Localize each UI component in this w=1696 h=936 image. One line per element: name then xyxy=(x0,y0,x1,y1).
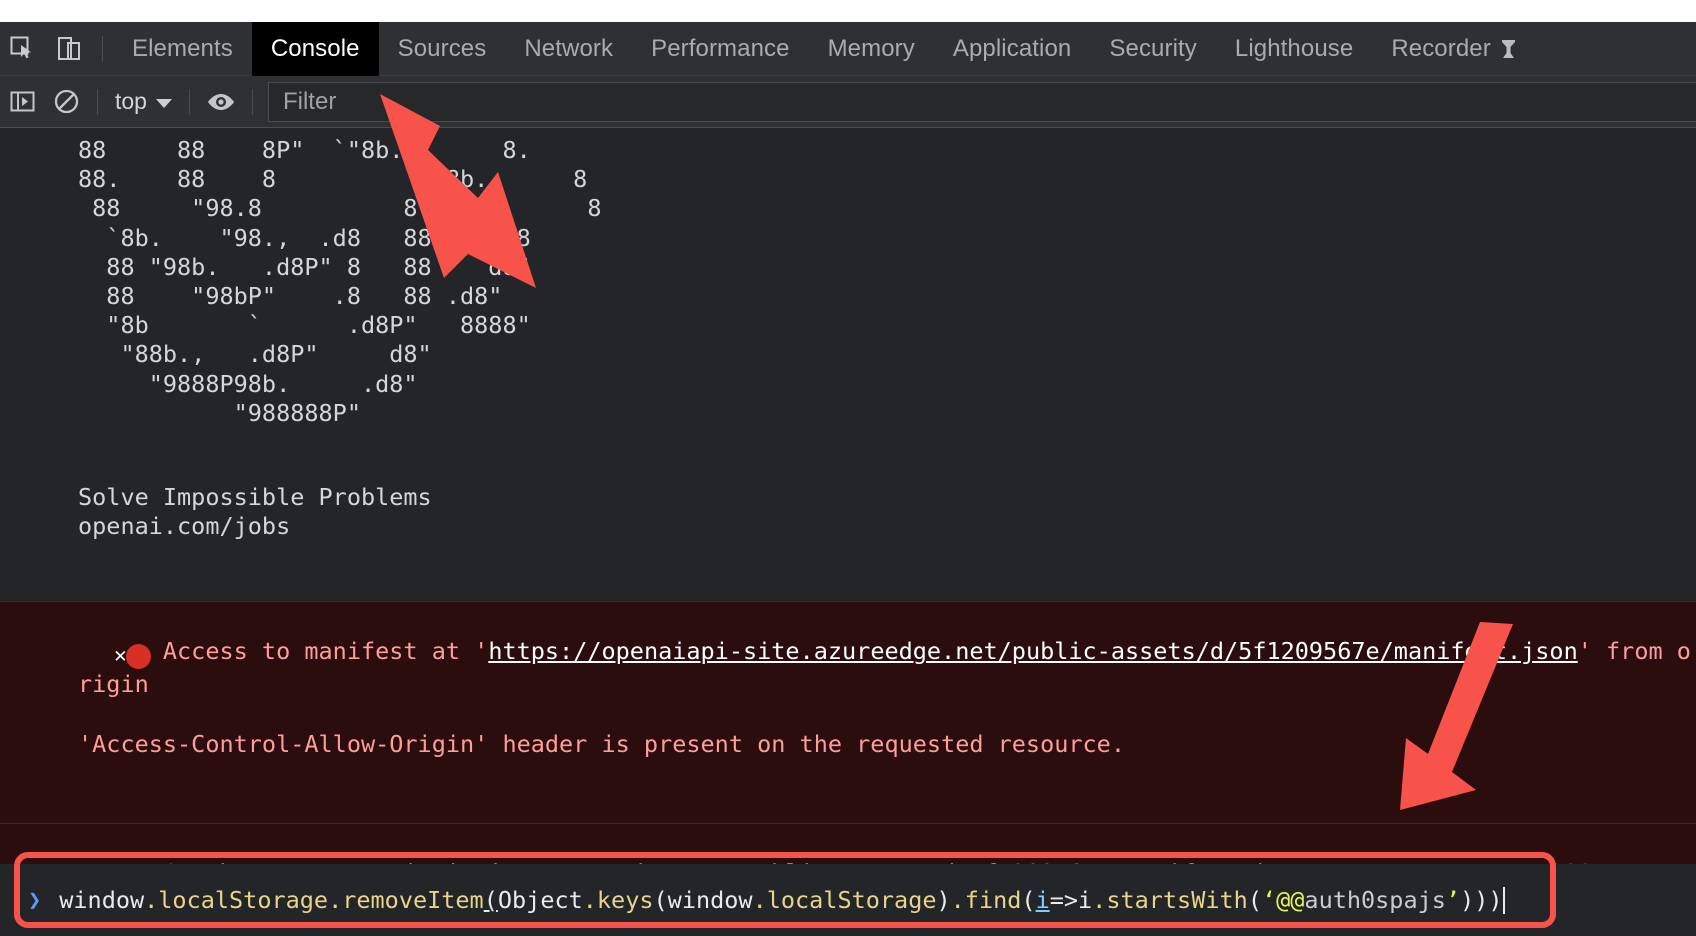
execution-context-label: top xyxy=(115,88,147,114)
tab-memory[interactable]: Memory xyxy=(809,22,934,76)
tab-sources[interactable]: Sources xyxy=(379,22,506,76)
tab-performance[interactable]: Performance xyxy=(632,22,809,76)
tabbar-divider xyxy=(102,35,103,62)
tab-console[interactable]: Console xyxy=(251,21,379,76)
ascii-art-banner: 88 88 8P" `"8b. 8. 88. 88 8 8"8b. 8 88 "… xyxy=(78,136,602,427)
execution-context-selector[interactable]: top xyxy=(107,85,180,119)
inspect-element-icon[interactable] xyxy=(0,22,46,76)
toolbar-divider-1 xyxy=(97,88,98,115)
console-sidebar-icon[interactable] xyxy=(0,76,44,128)
console-message-list[interactable]: 88 88 8P" `"8b. 8. 88. 88 8 8"8b. 8 88 "… xyxy=(0,128,1696,936)
banner-tagline-1: Solve Impossible Problems xyxy=(78,483,432,512)
chevron-down-icon xyxy=(155,98,172,108)
eye-icon[interactable] xyxy=(199,76,243,128)
tab-label: Sources xyxy=(397,34,487,62)
tab-elements[interactable]: Elements xyxy=(113,22,252,76)
device-toolbar-icon[interactable] xyxy=(46,22,92,76)
clear-console-icon[interactable] xyxy=(44,76,88,128)
console-error-message[interactable]: ✕ Access to manifest at 'https://openaiap… xyxy=(0,601,1696,825)
console-toolbar: top xyxy=(0,76,1696,128)
filter-input[interactable] xyxy=(267,81,1696,122)
error-link[interactable]: https://openaiapi-site.azureedge.net/pub… xyxy=(488,637,1577,665)
console-prompt-highlight xyxy=(14,852,1556,928)
tab-label: Elements xyxy=(132,34,233,62)
error-text-line2: 'Access-Control-Allow-Origin' header is … xyxy=(78,730,1125,759)
banner-tagline-2: openai.com/jobs xyxy=(78,512,291,541)
tab-label: Recorder xyxy=(1391,34,1491,62)
devtools-tabbar: Elements Console Sources Network Perform… xyxy=(0,21,1696,76)
error-badge-icon: ✕ xyxy=(113,644,151,670)
tab-recorder[interactable]: Recorder xyxy=(1372,22,1536,76)
tab-label: Console xyxy=(270,34,360,62)
toolbar-divider-3 xyxy=(251,88,253,115)
tab-label: Security xyxy=(1109,34,1197,62)
tab-label: Network xyxy=(524,34,614,62)
tab-label: Performance xyxy=(651,34,790,62)
devtools-window: Elements Console Sources Network Perform… xyxy=(0,0,1696,936)
page-top-strip xyxy=(0,0,1696,22)
toolbar-divider-2 xyxy=(188,88,190,115)
tab-security[interactable]: Security xyxy=(1090,22,1216,76)
tab-label: Memory xyxy=(827,34,915,62)
error-text-pre: Access to manifest at ' xyxy=(162,637,489,666)
tab-application[interactable]: Application xyxy=(934,22,1091,76)
tab-lighthouse[interactable]: Lighthouse xyxy=(1216,22,1372,76)
tab-label: Application xyxy=(952,34,1072,62)
tab-label: Lighthouse xyxy=(1234,34,1354,62)
tab-network[interactable]: Network xyxy=(505,22,632,76)
experimental-flask-icon xyxy=(1500,38,1517,60)
